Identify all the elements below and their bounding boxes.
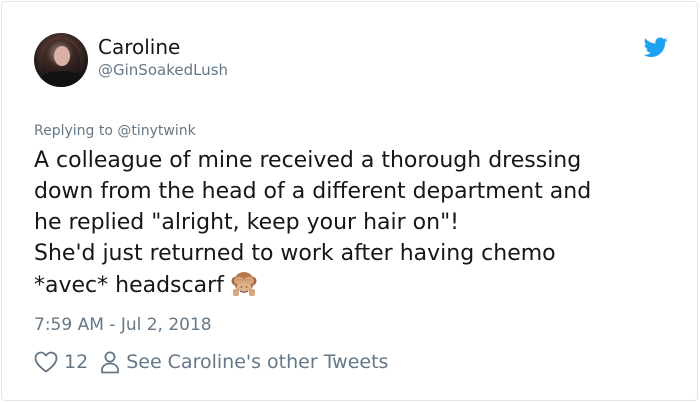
tweet-line-last: *avec* headscarf <box>34 269 674 301</box>
author-name[interactable]: Caroline <box>98 35 180 59</box>
tweet-card: Caroline @GinSoakedLush Replying to @tin… <box>1 1 698 401</box>
see-other-tweets-link[interactable]: See Caroline's other Tweets <box>126 351 388 373</box>
tweet-line: She'd just returned to work after having… <box>34 241 556 266</box>
tweet-line: *avec* headscarf <box>34 273 224 298</box>
avatar[interactable] <box>34 33 88 87</box>
avatar-shoulder <box>38 71 86 87</box>
tweet-line: he replied "alright, keep your hair on"! <box>34 210 460 235</box>
tweet-text: A colleague of mine received a thorough … <box>34 145 674 301</box>
tweet-line: down from the head of a different depart… <box>34 179 592 204</box>
author-handle[interactable]: @GinSoakedLush <box>98 60 228 80</box>
reply-mention-link[interactable]: @tinytwink <box>117 123 195 139</box>
reply-prefix: Replying to <box>34 123 113 139</box>
twitter-bird-icon[interactable] <box>644 35 668 59</box>
avatar-face <box>54 46 70 66</box>
tweet-actions: 12 See Caroline's other Tweets <box>34 349 388 375</box>
heart-icon[interactable] <box>34 351 58 373</box>
tweet-line: A colleague of mine received a thorough … <box>34 148 582 173</box>
see-no-evil-monkey-icon <box>231 272 257 296</box>
tweet-timestamp[interactable]: 7:59 AM - Jul 2, 2018 <box>34 314 212 336</box>
reply-context: Replying to @tinytwink <box>34 122 196 140</box>
like-count[interactable]: 12 <box>64 351 88 373</box>
person-icon <box>101 351 120 374</box>
